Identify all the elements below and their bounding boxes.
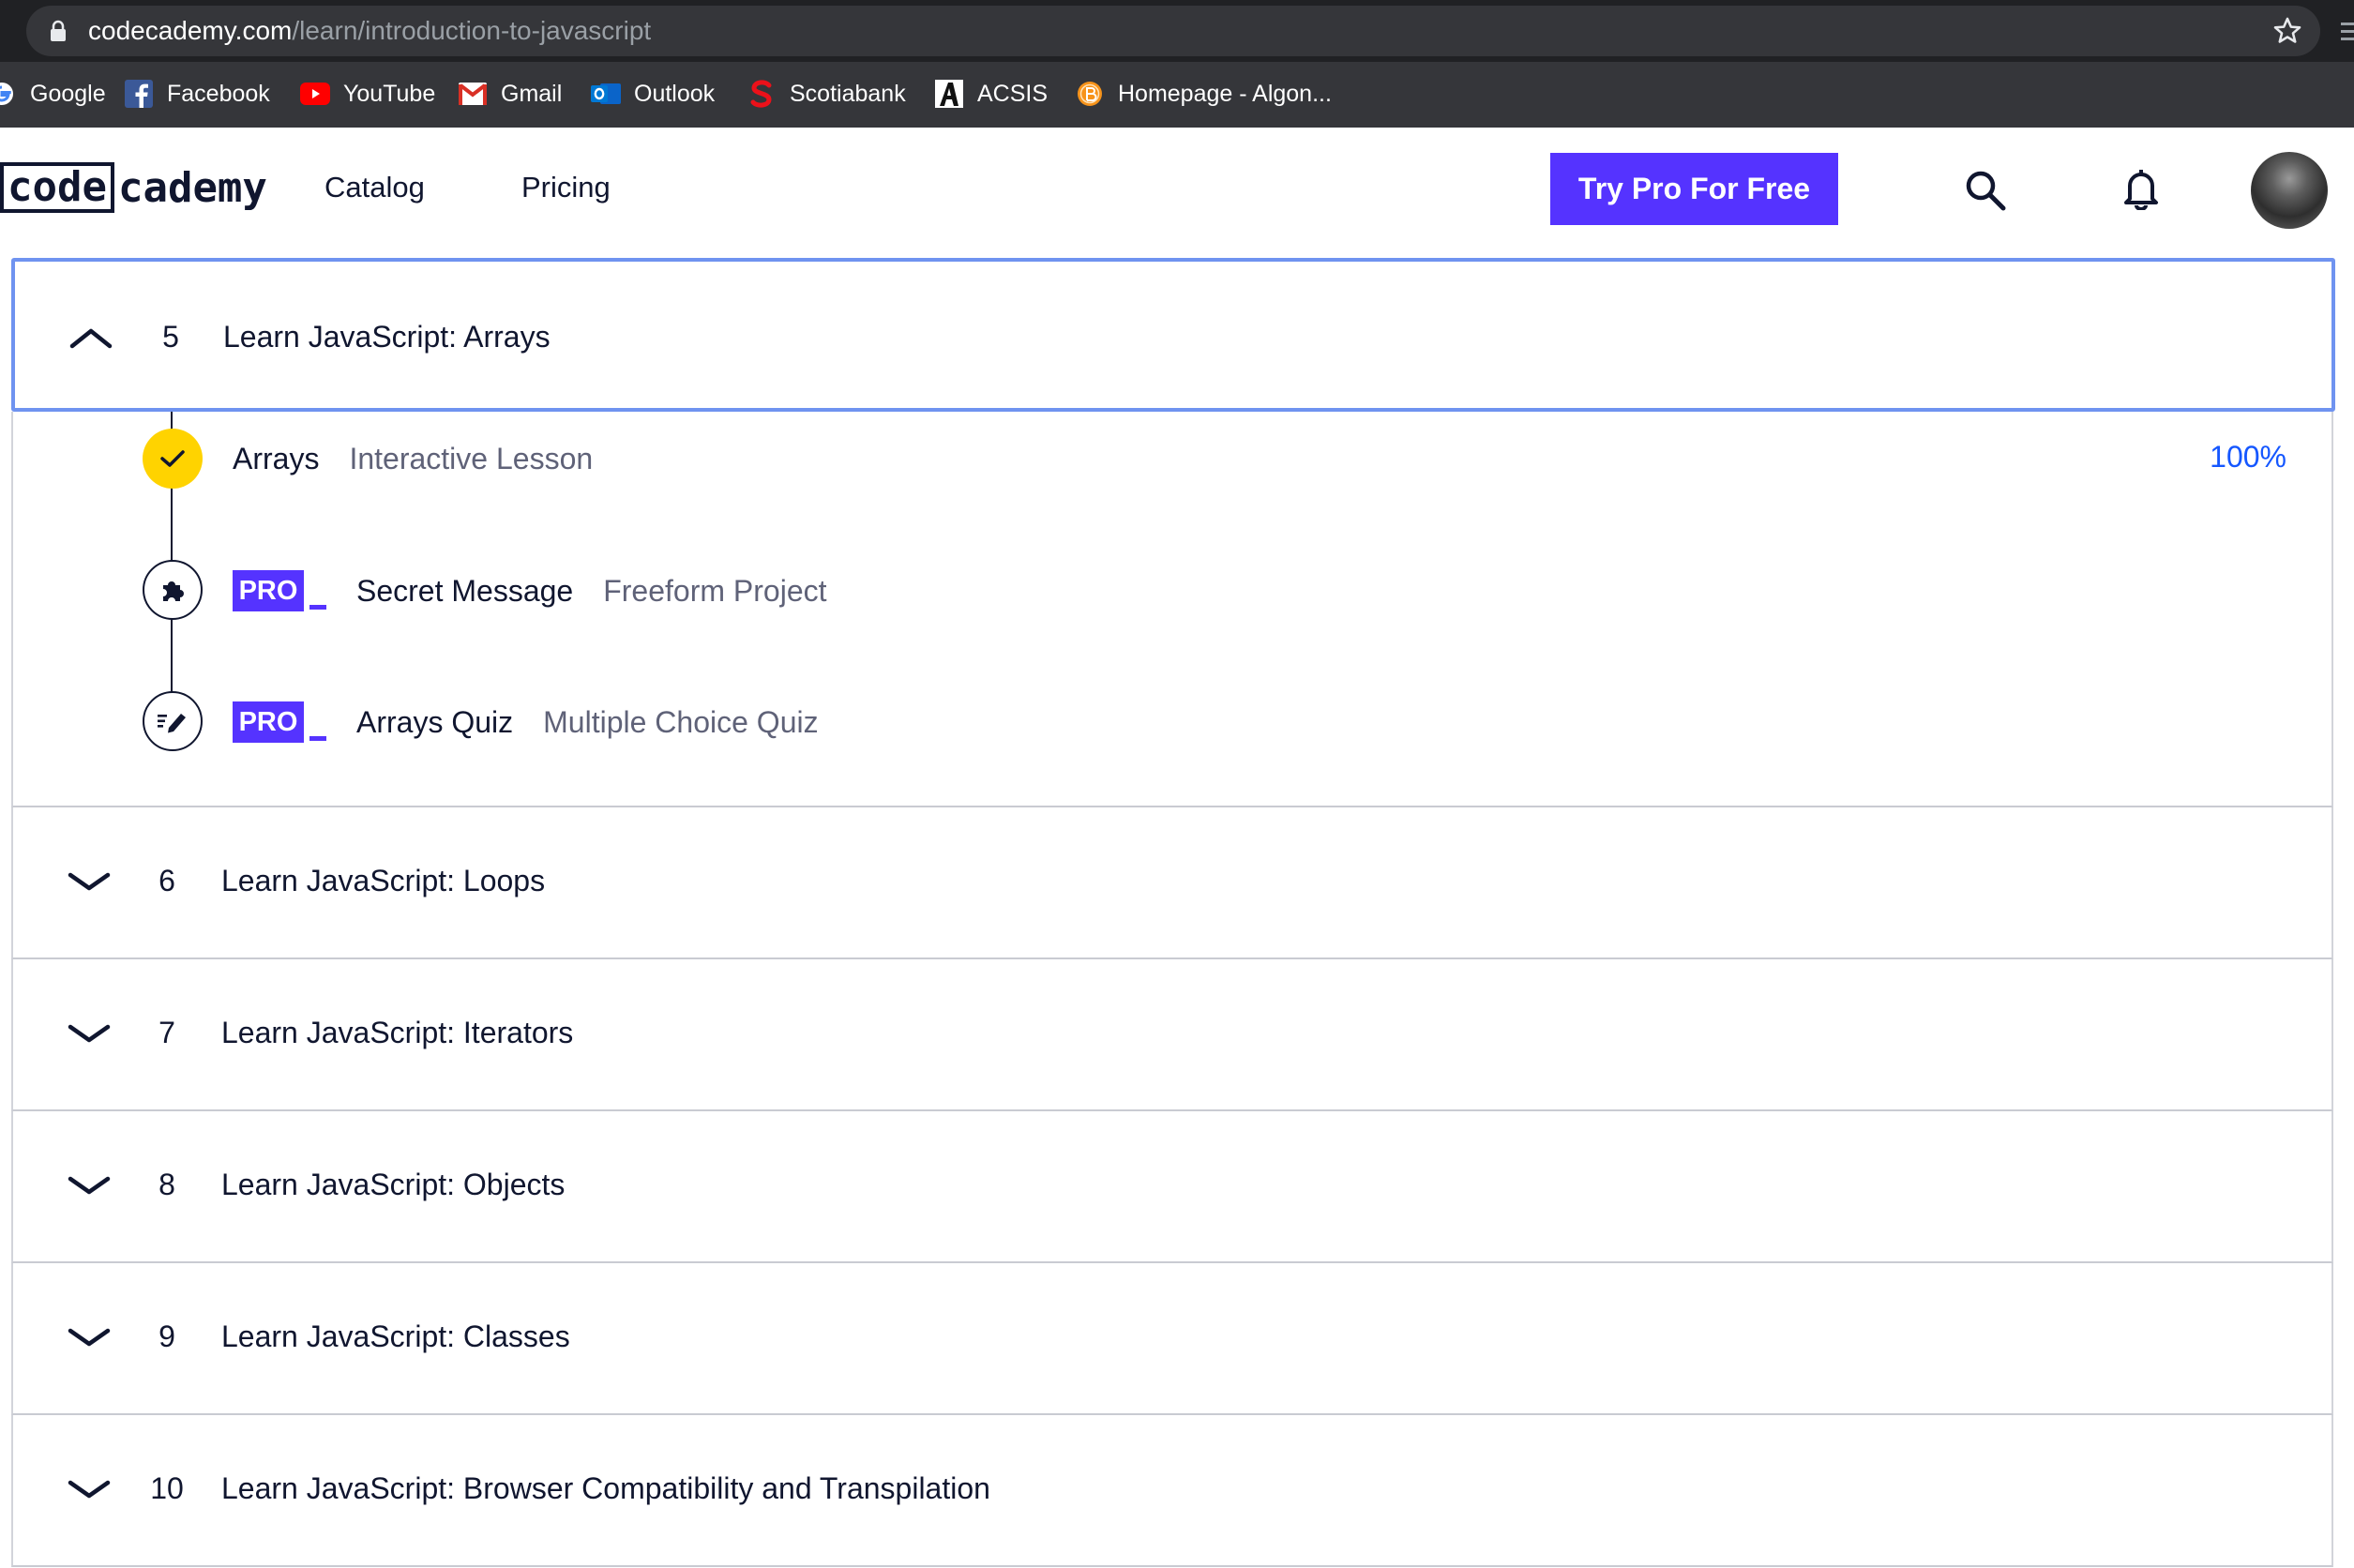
module-title: Learn JavaScript: Classes [221, 1319, 570, 1353]
bookmark-star-icon[interactable] [2271, 15, 2303, 52]
google-icon [0, 79, 17, 109]
module-number: 5 [162, 320, 179, 354]
facebook-icon [124, 79, 154, 109]
module-header-collapsed[interactable]: 8 Learn JavaScript: Objects [11, 1111, 2333, 1263]
bookmarks-bar: Google Facebook YouTube Gmail Outlook Sc… [0, 62, 2354, 128]
bookmark-label: Homepage - Algon... [1118, 80, 1332, 107]
lesson-row-secret-message[interactable]: PRO Secret Message Freeform Project [233, 567, 827, 614]
bookmark-google[interactable]: Google [0, 75, 106, 113]
module-number: 10 [150, 1471, 184, 1505]
bookmark-gmail[interactable]: Gmail [458, 75, 562, 113]
lesson-status-project [143, 560, 203, 620]
lesson-name: Arrays [233, 441, 320, 475]
url-path: /learn/introduction-to-javascript [292, 16, 652, 45]
bookmark-outlook[interactable]: Outlook [591, 75, 715, 113]
module-title: Learn JavaScript: Loops [221, 864, 546, 897]
youtube-icon [300, 79, 330, 109]
bookmark-acsis[interactable]: ACSIS [934, 75, 1048, 113]
search-icon[interactable] [1962, 167, 2009, 214]
nav-catalog[interactable]: Catalog [324, 171, 425, 204]
chevron-down-icon [68, 1328, 111, 1347]
bell-icon[interactable] [2118, 165, 2165, 212]
puzzle-icon [163, 581, 184, 601]
module-number: 6 [158, 864, 175, 897]
module-header-collapsed[interactable]: 7 Learn JavaScript: Iterators [11, 959, 2333, 1111]
browser-toolbar: codecademy.com/learn/introduction-to-jav… [0, 0, 2354, 62]
module-title: Learn JavaScript: Objects [221, 1168, 566, 1201]
url-host: codecademy.com [88, 16, 293, 45]
module-title: Learn JavaScript: Iterators [221, 1016, 574, 1049]
lesson-name: Secret Message [356, 573, 574, 608]
chevron-down-icon [68, 1176, 111, 1195]
lesson-status-quiz [143, 691, 203, 751]
chevron-down-icon [68, 1024, 111, 1043]
lesson-name: Arrays Quiz [356, 704, 514, 739]
chevron-down-icon [68, 872, 111, 891]
bookmark-label: Facebook [167, 80, 270, 107]
pro-badge: PRO [233, 570, 326, 611]
module-header-collapsed[interactable]: 10 Learn JavaScript: Browser Compatibili… [11, 1415, 2333, 1567]
gmail-icon [458, 79, 488, 109]
lesson-row-arrays-quiz[interactable]: PRO Arrays Quiz Multiple Choice Quiz [233, 699, 819, 746]
bookmark-scotiabank[interactable]: Scotiabank [747, 75, 906, 113]
pro-badge-cursor [309, 736, 326, 741]
try-pro-button[interactable]: Try Pro For Free [1550, 153, 1838, 225]
bookmark-label: Scotiabank [790, 80, 906, 107]
lesson-row-arrays[interactable]: Arrays Interactive Lesson [233, 435, 593, 482]
pro-badge-cursor [309, 605, 326, 610]
lesson-progress: 100% [2210, 440, 2286, 474]
acsis-icon [934, 79, 964, 109]
bookmark-label: Gmail [501, 80, 563, 107]
lesson-type: Freeform Project [603, 573, 827, 608]
module-header-collapsed[interactable]: 9 Learn JavaScript: Classes [11, 1263, 2333, 1415]
chevron-up-icon [69, 328, 113, 349]
url-text[interactable]: codecademy.com/learn/introduction-to-jav… [88, 14, 651, 48]
logo-cademy-part: cademy [117, 163, 267, 212]
bitcoin-icon [1075, 79, 1105, 109]
outlook-icon [591, 79, 621, 109]
bookmark-label: ACSIS [977, 80, 1049, 107]
chevron-down-icon [68, 1480, 111, 1499]
avatar[interactable] [2251, 152, 2328, 229]
module-title: Learn JavaScript: Arrays [223, 320, 551, 354]
pro-badge: PRO [233, 701, 326, 743]
browser-menu-icon[interactable] [2335, 13, 2354, 51]
pencil-quiz-icon [158, 714, 186, 733]
lesson-type: Interactive Lesson [349, 441, 594, 475]
check-icon [160, 450, 185, 467]
bookmark-label: Google [30, 80, 106, 107]
site-header: code cademy Catalog Pricing Try Pro For F… [0, 128, 2354, 251]
lesson-type: Multiple Choice Quiz [543, 704, 819, 739]
scotiabank-icon [747, 79, 777, 109]
logo-code-part: code [0, 162, 114, 213]
bookmark-label: Outlook [634, 80, 716, 107]
module-number: 8 [158, 1168, 175, 1201]
bookmark-youtube[interactable]: YouTube [300, 75, 435, 113]
lesson-list: Arrays Interactive Lesson 100% PRO Secre… [11, 412, 2333, 807]
pro-badge-text: PRO [233, 701, 304, 743]
bookmark-facebook[interactable]: Facebook [124, 75, 270, 113]
module-number: 9 [158, 1319, 175, 1353]
module-number: 7 [158, 1016, 175, 1049]
pro-badge-text: PRO [233, 570, 304, 611]
address-bar[interactable]: codecademy.com/learn/introduction-to-jav… [26, 6, 2320, 56]
codecademy-logo[interactable]: code cademy [0, 159, 267, 216]
lesson-status-completed [143, 429, 203, 489]
lock-icon [49, 20, 68, 47]
module-header-collapsed[interactable]: 6 Learn JavaScript: Loops [11, 807, 2333, 959]
bookmark-label: YouTube [343, 80, 436, 107]
module-title: Learn JavaScript: Browser Compatibility … [221, 1471, 990, 1505]
module-header-expanded[interactable]: 5 Learn JavaScript: Arrays [11, 258, 2335, 412]
nav-pricing[interactable]: Pricing [521, 171, 611, 204]
bookmark-algon[interactable]: Homepage - Algon... [1075, 75, 1332, 113]
